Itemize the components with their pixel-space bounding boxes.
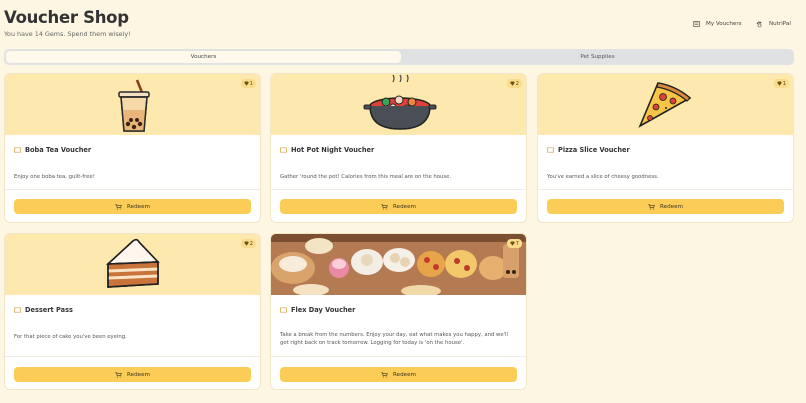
tab-vouchers[interactable]: Vouchers (6, 51, 401, 63)
redeem-label: Redeem (127, 371, 150, 378)
voucher-title: Boba Tea Voucher (14, 146, 91, 154)
voucher-title: Dessert Pass (14, 306, 73, 314)
voucher-description: You've earned a slice of cheesy goodness… (547, 174, 659, 180)
nutripal-label: NutriPal (769, 21, 791, 27)
gem-cost-badge: 1 (773, 79, 789, 88)
ticket-icon (14, 147, 21, 153)
ticket-icon (14, 307, 21, 313)
gem-cost-badge: 2 (506, 79, 522, 88)
gem-icon (776, 81, 782, 86)
voucher-description: Take a break from the numbers. Enjoy you… (280, 332, 508, 346)
ticket-list-icon (693, 21, 700, 27)
my-vouchers-link[interactable]: My Vouchers (693, 19, 742, 29)
gem-cost: 1 (782, 80, 786, 87)
voucher-title: Flex Day Voucher (280, 306, 355, 314)
nutripal-link[interactable]: NutriPal (756, 19, 791, 29)
cart-icon (648, 203, 655, 209)
cart-icon (381, 371, 388, 377)
shop-tabs: Vouchers Pet Supplies (4, 49, 794, 65)
gem-cost: 2 (515, 80, 519, 87)
gem-cost: 7 (515, 240, 519, 247)
voucher-title: Hot Pot Night Voucher (280, 146, 374, 154)
ticket-icon (547, 147, 554, 153)
voucher-card-flex-day: 7 Flex Day Voucher Take a break from the… (270, 233, 527, 390)
gem-icon (509, 81, 515, 86)
redeem-label: Redeem (393, 203, 416, 210)
redeem-button[interactable]: Redeem (280, 199, 517, 214)
hot-pot-image (271, 74, 526, 135)
page-title: Voucher Shop (4, 8, 129, 27)
divider (5, 356, 260, 357)
voucher-title: Pizza Slice Voucher (547, 146, 630, 154)
pet-icon (756, 20, 762, 27)
voucher-card-boba-tea: 1 Boba Tea Voucher Enjoy one boba tea, g… (4, 73, 261, 223)
voucher-title-text: Boba Tea Voucher (25, 146, 92, 154)
ticket-icon (280, 307, 287, 313)
gem-cost-badge: 7 (506, 239, 522, 248)
ticket-icon (280, 147, 287, 153)
divider (271, 189, 526, 190)
divider (538, 189, 793, 190)
redeem-label: Redeem (127, 203, 150, 210)
page-header: Voucher Shop You have 14 Gems. Spend the… (4, 8, 806, 44)
voucher-card-hot-pot: 2 Hot Pot Night Voucher Gather 'round th… (270, 73, 527, 223)
voucher-title-text: Hot Pot Night Voucher (291, 146, 375, 154)
cart-icon (381, 203, 388, 209)
cart-icon (115, 203, 122, 209)
gem-icon (243, 81, 249, 86)
voucher-title-text: Dessert Pass (25, 306, 73, 314)
redeem-button[interactable]: Redeem (547, 199, 784, 214)
boba-tea-image (5, 74, 260, 135)
voucher-title-text: Pizza Slice Voucher (558, 146, 630, 154)
redeem-label: Redeem (393, 371, 416, 378)
divider (271, 356, 526, 357)
redeem-button[interactable]: Redeem (280, 367, 517, 382)
divider (5, 189, 260, 190)
voucher-card-pizza-slice: 1 Pizza Slice Voucher You've earned a sl… (537, 73, 794, 223)
redeem-label: Redeem (660, 203, 683, 210)
voucher-card-dessert: 2 Dessert Pass For that piece of cake yo… (4, 233, 261, 390)
gem-cost: 1 (249, 80, 253, 87)
gem-cost-badge: 1 (240, 79, 256, 88)
redeem-button[interactable]: Redeem (14, 199, 251, 214)
cake-slice-image (5, 234, 260, 295)
cart-icon (115, 371, 122, 377)
tab-pet-supplies[interactable]: Pet Supplies (403, 51, 792, 63)
gem-balance-text: You have 14 Gems. Spend them wisely! (4, 30, 131, 38)
redeem-button[interactable]: Redeem (14, 367, 251, 382)
voucher-title-text: Flex Day Voucher (291, 306, 356, 314)
gem-cost-badge: 2 (240, 239, 256, 248)
gem-cost: 2 (249, 240, 253, 247)
my-vouchers-label: My Vouchers (706, 21, 742, 27)
gem-icon (243, 241, 249, 246)
voucher-description: Enjoy one boba tea, guilt-free! (14, 174, 95, 180)
gem-icon (509, 241, 515, 246)
voucher-description: For that piece of cake you've been eyein… (14, 334, 127, 340)
pizza-slice-image (538, 74, 793, 135)
food-feast-image (271, 234, 526, 295)
voucher-description: Gather 'round the pot! Calories from thi… (280, 174, 452, 180)
